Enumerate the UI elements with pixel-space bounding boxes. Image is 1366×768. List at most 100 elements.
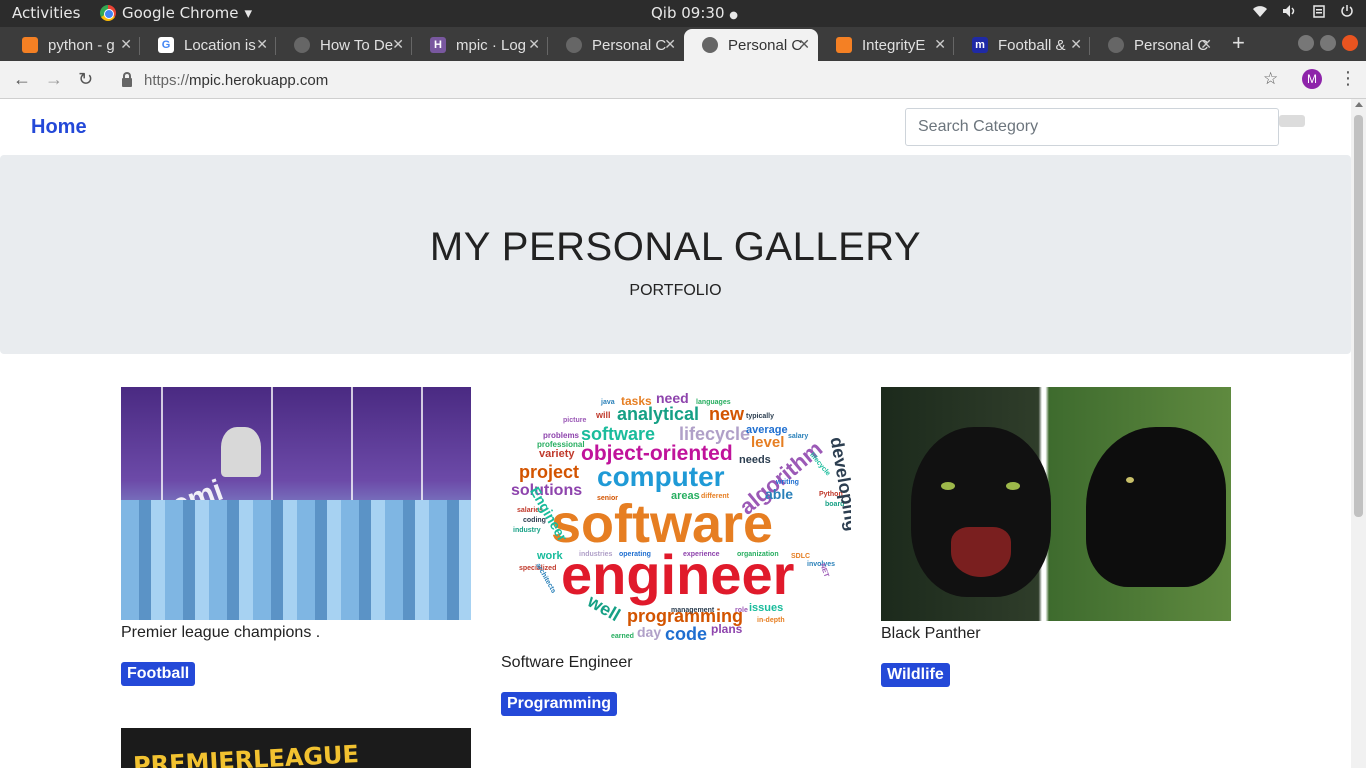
category-badge-programming[interactable]: Programming bbox=[501, 692, 618, 716]
word-cloud-word: software bbox=[581, 424, 656, 444]
back-button[interactable]: ← bbox=[13, 69, 31, 90]
word-cloud-word: senior bbox=[597, 495, 619, 502]
tab-location[interactable]: G Location is ✕ bbox=[140, 29, 276, 61]
close-icon[interactable]: ✕ bbox=[664, 36, 676, 53]
software-engineer-word-cloud-image[interactable]: need languages tasks java will analytical new t… bbox=[501, 387, 851, 650]
word-cloud-word: developing bbox=[826, 435, 851, 533]
mpic-icon: m bbox=[972, 37, 988, 53]
word-cloud-word: writing bbox=[776, 479, 799, 486]
tab-mpic-log[interactable]: H mpic · Log ✕ bbox=[412, 29, 548, 61]
volume-icon bbox=[1282, 4, 1298, 22]
close-icon[interactable]: ✕ bbox=[934, 36, 946, 53]
notification-dot-icon: ● bbox=[729, 10, 739, 21]
clock[interactable]: Qib 09:30 ● bbox=[651, 4, 738, 22]
home-link[interactable]: Home bbox=[31, 116, 87, 139]
app-name-label: Google Chrome bbox=[122, 4, 239, 22]
chrome-menu-icon[interactable]: ⋮ bbox=[1339, 68, 1357, 89]
gallery-card-football: Premi Premier league champions . Footbal… bbox=[121, 387, 471, 686]
card-caption: Black Panther bbox=[881, 625, 981, 642]
category-badge-football[interactable]: Football bbox=[121, 662, 196, 686]
search-button[interactable] bbox=[1279, 115, 1305, 127]
globe-icon bbox=[702, 37, 718, 53]
reload-button[interactable]: ↻ bbox=[78, 69, 93, 90]
close-icon[interactable]: ✕ bbox=[1070, 36, 1082, 53]
word-cloud-word: problems bbox=[543, 431, 580, 440]
forward-button[interactable]: → bbox=[45, 69, 63, 90]
app-menu[interactable]: Google Chrome ▾ bbox=[100, 4, 252, 22]
word-cloud-word: earned bbox=[611, 633, 634, 640]
window-controls bbox=[1298, 35, 1358, 51]
word-cloud-word: management bbox=[671, 607, 715, 614]
black-panther-image[interactable] bbox=[881, 387, 1231, 621]
tab-how-to[interactable]: How To De ✕ bbox=[276, 29, 412, 61]
tab-python[interactable]: python - g ✕ bbox=[4, 29, 140, 61]
page-scrollbar[interactable] bbox=[1351, 99, 1366, 768]
web-page: Home MY PERSONAL GALLERY PORTFOLIO Premi… bbox=[0, 99, 1351, 768]
bookmark-star-icon[interactable]: ☆ bbox=[1263, 69, 1278, 89]
word-cloud-word: level bbox=[751, 434, 785, 451]
premier-league-trophy-image[interactable]: Premi bbox=[121, 387, 471, 620]
window-close-icon[interactable] bbox=[1342, 35, 1358, 51]
globe-icon bbox=[294, 37, 310, 53]
scrollbar-thumb[interactable] bbox=[1354, 115, 1363, 517]
tab-integrity[interactable]: IntegrityE ✕ bbox=[818, 29, 954, 61]
tab-football[interactable]: m Football & ✕ bbox=[954, 29, 1090, 61]
chrome-icon bbox=[100, 5, 116, 21]
tab-personal-1[interactable]: Personal C ✕ bbox=[548, 29, 684, 61]
category-badge-wildlife[interactable]: Wildlife bbox=[881, 663, 950, 687]
address-bar[interactable]: https://mpic.herokuapp.com bbox=[110, 66, 1290, 94]
word-cloud-word: lifecycle bbox=[679, 424, 751, 444]
power-icon bbox=[1340, 4, 1354, 22]
close-icon[interactable]: ✕ bbox=[528, 36, 540, 53]
system-top-bar: Activities Google Chrome ▾ Qib 09:30 ● bbox=[0, 0, 1366, 27]
minimize-icon[interactable] bbox=[1298, 35, 1314, 51]
globe-icon bbox=[1108, 37, 1124, 53]
word-cloud-word: will bbox=[596, 410, 611, 420]
close-icon[interactable]: ✕ bbox=[256, 36, 268, 53]
tab-personal-2[interactable]: Personal C ✕ bbox=[1090, 29, 1220, 61]
page-title: MY PERSONAL GALLERY bbox=[429, 225, 922, 269]
word-cloud-word: industries bbox=[579, 551, 613, 558]
close-icon[interactable]: ✕ bbox=[1200, 36, 1212, 53]
url-host: mpic.herokuapp.com bbox=[189, 71, 329, 89]
wifi-icon bbox=[1252, 4, 1268, 22]
heroku-icon: H bbox=[430, 37, 446, 53]
hero-jumbotron: MY PERSONAL GALLERY PORTFOLIO bbox=[0, 155, 1351, 354]
scroll-up-arrow-icon[interactable] bbox=[1355, 102, 1363, 107]
maximize-icon[interactable] bbox=[1320, 35, 1336, 51]
stackoverflow-icon bbox=[836, 37, 852, 53]
word-cloud-word: work bbox=[537, 550, 563, 562]
word-cloud-word: computer bbox=[597, 461, 725, 492]
system-tray[interactable] bbox=[1252, 4, 1354, 22]
word-cloud-word: industry bbox=[513, 527, 541, 534]
close-icon[interactable]: ✕ bbox=[120, 36, 132, 53]
search-category-input[interactable] bbox=[905, 108, 1279, 146]
tab-personal-active[interactable]: Personal C ✕ bbox=[684, 29, 818, 61]
word-cloud-word: role bbox=[735, 607, 748, 614]
word-cloud-word: need bbox=[656, 390, 689, 406]
globe-icon bbox=[566, 37, 582, 53]
profile-avatar[interactable]: M bbox=[1302, 69, 1322, 89]
clock-label: Qib 09:30 bbox=[651, 4, 725, 22]
site-navbar: Home bbox=[0, 99, 1351, 155]
lock-icon bbox=[122, 71, 132, 87]
word-cloud-word: code bbox=[665, 624, 708, 644]
gallery-card-programming: need languages tasks java will analytical new t… bbox=[501, 387, 851, 716]
google-icon: G bbox=[158, 37, 174, 53]
close-icon[interactable]: ✕ bbox=[798, 36, 810, 53]
word-cloud-word: salary bbox=[788, 433, 809, 440]
activities-button[interactable]: Activities bbox=[12, 4, 80, 22]
word-cloud-word: needs bbox=[739, 454, 771, 466]
word-cloud-word: operating bbox=[619, 551, 651, 558]
gallery-card-partial: PREMIERLEAGUE bbox=[121, 728, 471, 768]
word-cloud-word: organization bbox=[737, 551, 779, 558]
stackoverflow-icon bbox=[22, 37, 38, 53]
card-caption: Premier league champions . bbox=[121, 624, 321, 641]
new-tab-button[interactable]: + bbox=[1232, 30, 1245, 56]
page-subtitle: PORTFOLIO bbox=[629, 282, 722, 299]
close-icon[interactable]: ✕ bbox=[392, 36, 404, 53]
word-cloud-word: project bbox=[519, 462, 580, 482]
word-cloud-word: analytical bbox=[617, 404, 700, 424]
premier-league-banner-image[interactable]: PREMIERLEAGUE bbox=[121, 728, 471, 768]
clipboard-icon bbox=[1312, 4, 1326, 22]
